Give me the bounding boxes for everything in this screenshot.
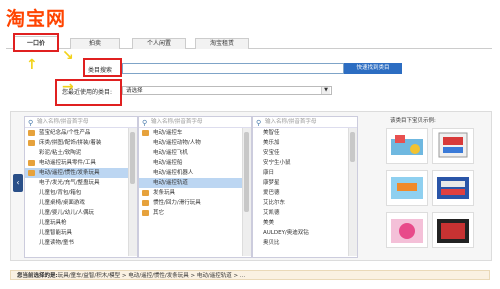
brand-item[interactable]: 安宝佳 — [253, 148, 357, 158]
right-arrow-icon: ↘ — [62, 48, 74, 64]
list-item[interactable]: 蓝宝纪念品/个性产品> — [25, 128, 137, 138]
recent-category-value: 请选择 — [126, 88, 143, 94]
list-item[interactable]: 儿童/婴儿/幼儿/人偶玩> — [25, 208, 137, 218]
search-icon: ⚲ — [142, 119, 148, 127]
brand-item[interactable]: 艾凯德 — [253, 208, 357, 218]
tab-rental[interactable]: 淘宝租赁 — [195, 38, 249, 49]
scrollbar-thumb[interactable] — [130, 132, 135, 184]
list-item[interactable]: 发条玩具 — [139, 188, 251, 198]
brand-item[interactable]: AULDEY/奥迪双钻 — [253, 228, 357, 238]
toy-track-image — [438, 132, 468, 158]
recent-category-label: 您最近使用的类目: — [62, 89, 113, 96]
list-item[interactable]: 电动/遥控动物/人物 — [139, 138, 251, 148]
scroll-left-button[interactable]: ‹ — [13, 174, 23, 192]
sample-product-image[interactable] — [386, 170, 428, 206]
folder-icon — [28, 130, 35, 136]
list-item[interactable]: 儿童包/背包/箱包> — [25, 188, 137, 198]
brand-item[interactable]: 美智佳 — [253, 128, 357, 138]
list-item[interactable]: 电动遥控玩具零件/工具> — [25, 158, 137, 168]
list-item[interactable]: 儿童桌椅/桌面游戏> — [25, 198, 137, 208]
column-3-search-input[interactable]: ⚲ 输入名称/拼音首字母 — [253, 117, 357, 128]
brand-item[interactable]: 美乐加 — [253, 138, 357, 148]
list-item[interactable]: 电动/遥控机器人 — [139, 168, 251, 178]
list-item[interactable]: 电动/遥控车> — [139, 128, 251, 138]
sample-product-image[interactable] — [432, 212, 474, 248]
up-arrow-icon: ↑ — [26, 57, 38, 73]
search-icon: ⚲ — [28, 119, 34, 127]
folder-icon — [142, 200, 149, 206]
toy-track-image — [391, 135, 423, 155]
category-search-label: 类目搜索 — [88, 67, 113, 74]
selected-category-breadcrumb: 您当前选择的是:玩具/童车/益智/积木/模型 > 电动/遥控/惯性/发条玩具 >… — [10, 270, 490, 280]
scrollbar-thumb[interactable] — [244, 132, 249, 212]
folder-icon — [28, 170, 35, 176]
highlight-tab-box — [13, 33, 59, 52]
list-item[interactable]: 彩泥/粘土/软陶泥> — [25, 148, 137, 158]
column-2-search-input[interactable]: ⚲ 输入名称/拼音首字母 — [139, 117, 251, 128]
quick-find-category-button[interactable]: 快速找到类目 — [344, 63, 402, 74]
folder-icon — [142, 190, 149, 196]
brand-item[interactable]: 艾比尔东 — [253, 198, 357, 208]
sample-product-image[interactable] — [432, 128, 474, 164]
sample-product-image[interactable] — [432, 170, 474, 206]
category-search-input[interactable] — [122, 63, 344, 74]
brand-item[interactable]: 奥贝比 — [253, 238, 357, 248]
list-item[interactable]: 惯性/回力/滑行玩具 — [139, 198, 251, 208]
taobao-logo: 淘宝网 — [6, 8, 67, 30]
category-column-1: ⚲ 输入名称/拼音首字母 蓝宝纪念品/个性产品> 床类/拼图/配饰/拼装/着装>… — [24, 116, 138, 258]
list-item[interactable]: 儿童智能玩具> — [25, 228, 137, 238]
recent-category-select[interactable]: 请选择 ▼ — [122, 86, 332, 95]
brand-item[interactable]: 安宁生小鼠 — [253, 158, 357, 168]
scrollbar[interactable] — [242, 128, 251, 256]
category-column-2: ⚲ 输入名称/拼音首字母 电动/遥控车> 电动/遥控动物/人物 电动/遥控飞机 … — [138, 116, 252, 258]
sample-product-image[interactable] — [386, 212, 428, 248]
brand-item[interactable]: 康日 — [253, 168, 357, 178]
search-icon: ⚲ — [256, 119, 262, 127]
scrollbar-thumb[interactable] — [350, 132, 355, 162]
toy-track-image — [437, 177, 469, 199]
brand-item[interactable]: 康梦星 — [253, 178, 357, 188]
list-item[interactable]: 电子/发光/充气/整蛊玩具> — [25, 178, 137, 188]
toy-track-image — [437, 219, 469, 243]
folder-icon — [142, 130, 149, 136]
chevron-down-icon: ▼ — [321, 87, 330, 94]
tab-personal-idle[interactable]: 个人闲置 — [132, 38, 186, 49]
column-1-search-input[interactable]: ⚲ 输入名称/拼音首字母 — [25, 117, 137, 128]
list-item[interactable]: 电动/遥控船 — [139, 158, 251, 168]
samples-title: 该类目下宝贝示例: — [390, 118, 436, 124]
sample-product-image[interactable] — [386, 128, 428, 164]
scrollbar[interactable] — [348, 128, 357, 256]
list-item[interactable]: 电动/遥控飞机 — [139, 148, 251, 158]
list-item[interactable]: 儿童玩具枪> — [25, 218, 137, 228]
list-item-selected[interactable]: 电动/遥控轨道> — [139, 178, 251, 188]
scrollbar[interactable] — [128, 128, 137, 256]
toy-track-image — [391, 219, 423, 243]
category-column-3: ⚲ 输入名称/拼音首字母 美智佳 美乐加 安宝佳 安宁生小鼠 康日 康梦星 爱巴… — [252, 116, 358, 258]
brand-item[interactable]: 爱巴德 — [253, 188, 357, 198]
list-item[interactable]: 其它 — [139, 208, 251, 218]
tab-auction[interactable]: 拍卖 — [70, 38, 120, 49]
folder-icon — [142, 210, 149, 216]
folder-icon — [28, 140, 35, 146]
folder-icon — [28, 160, 35, 166]
list-item[interactable]: 儿童读物/童书> — [25, 238, 137, 248]
toy-track-image — [391, 177, 423, 199]
brand-item[interactable]: 美美 — [253, 218, 357, 228]
list-item[interactable]: 床类/拼图/配饰/拼装/着装> — [25, 138, 137, 148]
list-item-selected[interactable]: 电动/遥控/惯性/发条玩具> — [25, 168, 137, 178]
